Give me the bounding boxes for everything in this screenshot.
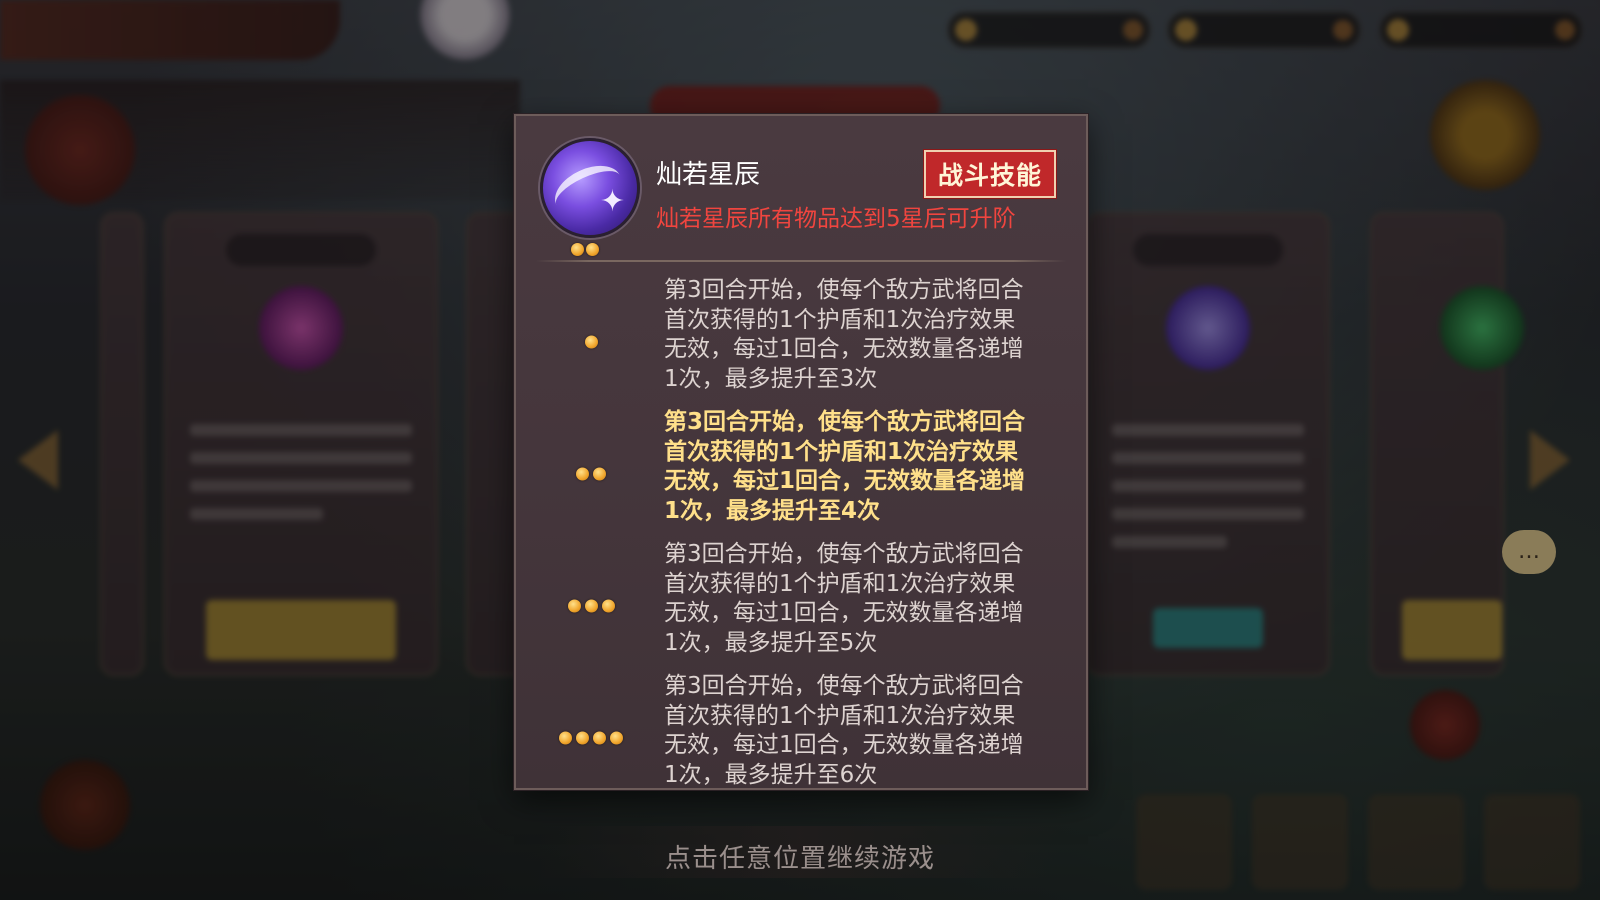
star-dot-icon: [584, 599, 598, 613]
continue-hint[interactable]: 点击任意位置继续游戏: [0, 838, 1600, 875]
star-dot-icon: [593, 467, 606, 481]
star-dot-icon: [571, 243, 584, 256]
level-2-description: 第3回合开始，使每个敌方武将回合首次获得的1个护盾和1次治疗效果无效，每过1回合…: [664, 409, 1026, 524]
star-dot-icon: [610, 731, 623, 745]
skill-level-4: 第3回合开始，使每个敌方武将回合首次获得的1个护盾和1次治疗效果无效，每过1回合…: [516, 672, 1086, 788]
star-dot-icon: [576, 467, 589, 481]
star-dot-icon: [584, 335, 598, 349]
star-dot-icon: [576, 731, 589, 745]
star-dot-icon: [593, 731, 606, 745]
star-dot-icon: [559, 731, 572, 745]
level-4-description: 第3回合开始，使每个敌方武将回合首次获得的1个护盾和1次治疗效果无效，每过1回合…: [664, 673, 1024, 788]
star-dot-icon: [601, 599, 615, 613]
skill-level-3: 第3回合开始，使每个敌方武将回合首次获得的1个护盾和1次治疗效果无效，每过1回合…: [516, 540, 1086, 672]
level-1-stars: [516, 335, 666, 349]
level-3-description: 第3回合开始，使每个敌方武将回合首次获得的1个护盾和1次治疗效果无效，每过1回合…: [664, 541, 1024, 656]
skill-level-1: 第3回合开始，使每个敌方武将回合首次获得的1个护盾和1次治疗效果无效，每过1回合…: [516, 276, 1086, 408]
divider: [536, 260, 1066, 262]
skill-icon-frame: ✦: [540, 138, 640, 256]
skill-type-badge: 战斗技能: [922, 149, 1058, 199]
skill-level-2: 第3回合开始，使每个敌方武将回合首次获得的1个护盾和1次治疗效果无效，每过1回合…: [516, 408, 1086, 540]
skill-star-rating: [571, 243, 599, 256]
shooting-star-icon: ✦: [540, 138, 640, 238]
upgrade-requirement: 灿若星辰所有物品达到5星后可升阶: [656, 206, 1016, 232]
game-screen[interactable]: … ✦ 灿若星辰 战斗技能 灿若星辰所有物品达到5星后可升阶 第3回合开始，使每…: [0, 0, 1600, 900]
level-3-stars: [516, 599, 666, 613]
level-2-stars: [516, 467, 666, 481]
skill-detail-popup[interactable]: ✦ 灿若星辰 战斗技能 灿若星辰所有物品达到5星后可升阶 第3回合开始，使每个敌…: [514, 114, 1088, 790]
skill-name: 灿若星辰: [656, 160, 761, 190]
level-1-description: 第3回合开始，使每个敌方武将回合首次获得的1个护盾和1次治疗效果无效，每过1回合…: [664, 277, 1024, 392]
skill-level-list: 第3回合开始，使每个敌方武将回合首次获得的1个护盾和1次治疗效果无效，每过1回合…: [516, 276, 1086, 788]
chat-icon[interactable]: …: [1502, 530, 1556, 574]
level-4-stars: [516, 731, 666, 745]
star-dot-icon: [586, 243, 599, 256]
star-dot-icon: [567, 599, 581, 613]
